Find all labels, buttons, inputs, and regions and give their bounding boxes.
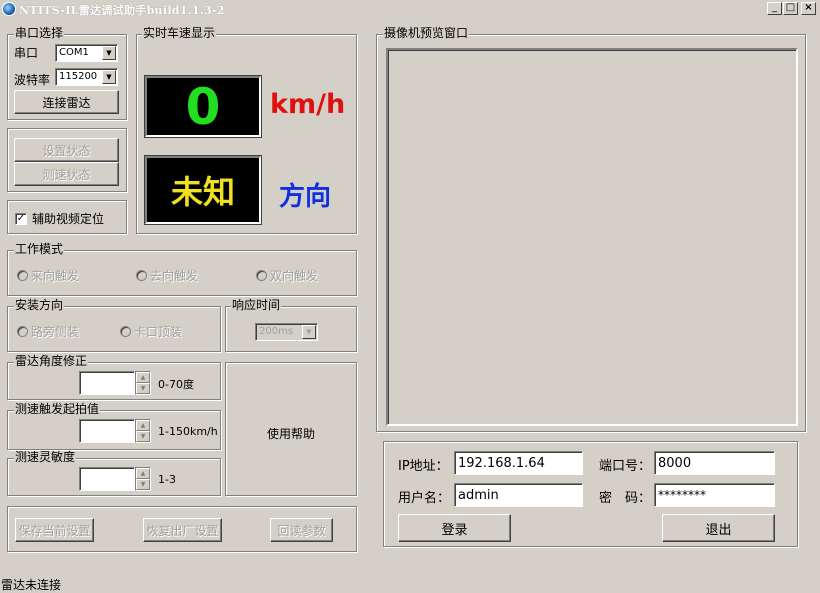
- radio-overhead[interactable]: 卡口顶装: [120, 323, 182, 340]
- baud-value: 115200: [59, 71, 98, 82]
- read-params-button[interactable]: 回读参数: [270, 518, 333, 542]
- sensitivity-range: 1-3: [158, 473, 176, 486]
- camera-preview-window[interactable]: [386, 48, 798, 426]
- baud-label: 波特率: [14, 73, 51, 87]
- set-status-button[interactable]: 设置状态: [14, 138, 119, 162]
- minimize-button[interactable]: _: [767, 2, 782, 15]
- spin-up-icon: ▲: [136, 420, 150, 431]
- ip-label: IP地址：: [398, 459, 449, 474]
- app-icon: [2, 2, 16, 16]
- camera-preview-label: 摄像机预览窗口: [383, 26, 470, 40]
- speed-lcd: 0: [144, 75, 262, 138]
- response-time-select[interactable]: 200ms ▼: [255, 323, 318, 341]
- port-select[interactable]: COM1 ▼: [55, 44, 118, 62]
- speed-value: 0: [185, 77, 221, 136]
- camera-port-label: 端口号：: [599, 459, 652, 474]
- maximize-button[interactable]: □: [783, 2, 798, 15]
- response-time-label: 响应时间: [231, 298, 282, 312]
- speed-status-button[interactable]: 测速状态: [14, 162, 119, 186]
- title-bar: NTITS-IL雷达调试助手build1.1.3-2 _ □ ×: [0, 0, 820, 18]
- trigger-label: 测速触发起拍值: [14, 402, 101, 416]
- direction-label: 方向: [279, 182, 332, 212]
- window-title: NTITS-IL雷达调试助手build1.1.3-2: [19, 4, 225, 17]
- username-input[interactable]: admin: [454, 483, 583, 507]
- radio-incoming-trigger[interactable]: 来向触发: [17, 267, 79, 284]
- sensitivity-spinner[interactable]: ▲ ▼: [135, 467, 151, 491]
- password-input[interactable]: ********: [654, 483, 775, 507]
- login-button[interactable]: 登录: [398, 514, 511, 542]
- close-button[interactable]: ×: [801, 2, 816, 15]
- port-value: COM1: [59, 47, 89, 58]
- connect-radar-button[interactable]: 连接雷达: [14, 90, 119, 114]
- spin-up-icon: ▲: [136, 372, 150, 383]
- username-label: 用户名：: [398, 491, 451, 506]
- save-settings-button[interactable]: 保存当前设置: [15, 518, 94, 542]
- chevron-down-icon[interactable]: ▼: [102, 46, 116, 60]
- sensitivity-label: 测速灵敏度: [14, 450, 77, 464]
- chevron-down-icon[interactable]: ▼: [102, 70, 116, 84]
- radio-outgoing-trigger[interactable]: 去向触发: [136, 267, 198, 284]
- ip-input[interactable]: 192.168.1.64: [454, 451, 583, 475]
- spin-down-icon: ▼: [136, 479, 150, 490]
- video-assist-label: 辅助视频定位: [32, 212, 105, 226]
- video-assist-checkbox[interactable]: ✓ 辅助视频定位: [15, 210, 104, 227]
- password-label: 密 码：: [599, 491, 652, 506]
- radio-roadside[interactable]: 路旁侧装: [17, 323, 79, 340]
- spin-down-icon: ▼: [136, 431, 150, 442]
- logout-button[interactable]: 退出: [662, 514, 775, 542]
- baud-select[interactable]: 115200 ▼: [55, 68, 118, 86]
- help-text[interactable]: 使用帮助: [267, 425, 315, 442]
- serial-group-label: 串口选择: [14, 26, 65, 40]
- sensitivity-input[interactable]: [79, 467, 135, 491]
- spin-down-icon: ▼: [136, 383, 150, 394]
- angle-input[interactable]: [79, 371, 135, 395]
- speed-unit: km/h: [270, 89, 346, 120]
- angle-range: 0-70度: [158, 378, 194, 391]
- trigger-range: 1-150km/h: [158, 425, 218, 438]
- trigger-input[interactable]: [79, 419, 135, 443]
- direction-value: 未知: [170, 173, 235, 211]
- checkbox-check-icon: ✓: [15, 212, 27, 225]
- restore-defaults-button[interactable]: 恢复出厂设置: [143, 518, 222, 542]
- angle-label: 雷达角度修正: [14, 354, 89, 368]
- work-mode-label: 工作模式: [14, 242, 65, 256]
- speed-display-label: 实时车速显示: [142, 26, 217, 40]
- port-label: 串口: [14, 46, 39, 60]
- response-time-value: 200ms: [259, 326, 294, 337]
- direction-lcd: 未知: [144, 155, 262, 225]
- trigger-spinner[interactable]: ▲ ▼: [135, 419, 151, 443]
- chevron-down-icon[interactable]: ▼: [302, 325, 316, 339]
- angle-spinner[interactable]: ▲ ▼: [135, 371, 151, 395]
- radio-bidirectional-trigger[interactable]: 双向触发: [256, 267, 318, 284]
- install-dir-label: 安装方向: [14, 298, 65, 312]
- camera-port-input[interactable]: 8000: [654, 451, 775, 475]
- status-bar-text: 雷达未连接: [1, 578, 62, 592]
- spin-up-icon: ▲: [136, 468, 150, 479]
